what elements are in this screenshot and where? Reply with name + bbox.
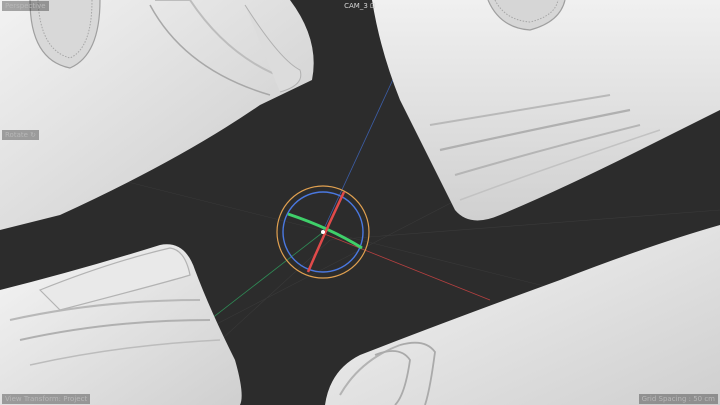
tool-name: Rotate [5, 131, 31, 139]
viewport-scene[interactable] [0, 0, 720, 405]
gizmo-center [321, 230, 325, 234]
rotate-tool-icon: ↻ [30, 131, 37, 139]
camera-lock-icon[interactable]: ⊡ [370, 2, 376, 10]
tool-label[interactable]: Rotate ↻ [2, 130, 40, 140]
gizmo-x-arc[interactable] [306, 191, 346, 273]
view-transform-label: View Transform: Project [2, 394, 91, 404]
camera-label[interactable]: CAM_3 ⊡ [0, 1, 720, 11]
rotate-gizmo[interactable] [276, 185, 370, 279]
canister-bottom-left[interactable] [0, 244, 242, 405]
grid-spacing-label: Grid Spacing : 50 cm [638, 394, 718, 404]
canister-top-right[interactable] [372, 0, 720, 221]
axis-line-z [321, 74, 396, 234]
3d-viewport[interactable]: Perspective CAM_3 ⊡ Rotate ↻ View Transf… [0, 0, 720, 405]
canister-top-left[interactable] [0, 0, 314, 230]
canister-bottom-right[interactable] [325, 225, 720, 405]
camera-name: CAM_3 [344, 2, 371, 10]
